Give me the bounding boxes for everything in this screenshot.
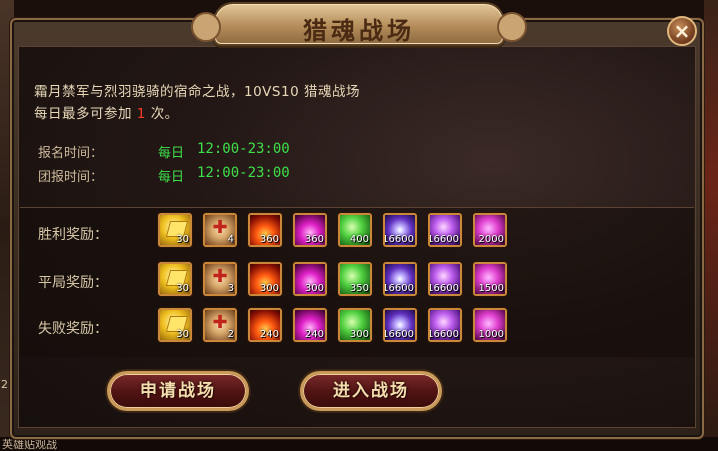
reward-count: 16600	[383, 283, 414, 294]
reward-slot[interactable]: 300	[293, 262, 327, 296]
reward-count: 240	[304, 329, 324, 340]
description-suffix: 次。	[150, 106, 179, 122]
reward-count: 30	[176, 283, 189, 294]
reward-count: 16600	[383, 234, 414, 245]
reward-slot[interactable]: 360	[293, 213, 327, 247]
reward-count: 350	[349, 283, 369, 294]
reward-slot[interactable]: 400	[338, 213, 372, 247]
daily-limit-count: 1	[136, 106, 146, 122]
reward-count: 300	[349, 329, 369, 340]
reward-count: 2	[227, 329, 234, 340]
reward-slot[interactable]: 2000	[473, 213, 507, 247]
reward-slot[interactable]: 16600	[383, 308, 417, 342]
reward-slot[interactable]: 360	[248, 213, 282, 247]
apply-battlefield-button[interactable]: 申请战场	[107, 371, 249, 411]
background-bottom-strip: 英雄贴观战	[0, 437, 718, 451]
reward-slot[interactable]: 30	[158, 262, 192, 296]
reward-count: 300	[259, 283, 279, 294]
reward-count: 3	[227, 283, 234, 294]
signup-time-value: 12:00-23:00	[197, 141, 290, 157]
reward-slot[interactable]: 30	[158, 213, 192, 247]
reward-slot[interactable]: 16600	[428, 308, 462, 342]
reward-slot[interactable]: 16600	[428, 213, 462, 247]
reward-slot[interactable]: 2	[203, 308, 237, 342]
reward-count: 400	[349, 234, 369, 245]
reward-slot[interactable]: 300	[338, 308, 372, 342]
reward-slot[interactable]: 16600	[383, 213, 417, 247]
reward-count: 16600	[428, 234, 459, 245]
reward-slot[interactable]: 4	[203, 213, 237, 247]
reward-slot[interactable]: 240	[293, 308, 327, 342]
reward-count: 1500	[478, 283, 504, 294]
reward-count: 360	[259, 234, 279, 245]
description-prefix: 每日最多可参加	[34, 106, 132, 122]
close-button[interactable]: ×	[667, 16, 697, 46]
reward-count: 16600	[428, 329, 459, 340]
draw-reward-label: 平局奖励：	[38, 275, 108, 291]
dialog-title: 猎魂战场	[303, 16, 415, 45]
apply-button-label: 申请战场	[140, 381, 216, 401]
reward-count: 4	[227, 234, 234, 245]
enter-battlefield-button[interactable]: 进入战场	[300, 371, 442, 411]
signup-day: 每日	[158, 146, 185, 161]
reward-slot[interactable]: 300	[248, 262, 282, 296]
enter-button-label: 进入战场	[333, 381, 409, 401]
signup-time-label: 报名时间：	[38, 146, 104, 161]
background-bottom-text: 英雄贴观战	[2, 438, 57, 451]
team-signup-time-label: 团报时间：	[38, 170, 104, 185]
reward-slot[interactable]: 30	[158, 308, 192, 342]
reward-slot[interactable]: 16600	[428, 262, 462, 296]
reward-count: 1000	[478, 329, 504, 340]
reward-slot[interactable]: 16600	[383, 262, 417, 296]
defeat-reward-label: 失败奖励：	[38, 321, 108, 337]
reward-count: 16600	[428, 283, 459, 294]
reward-count: 30	[176, 234, 189, 245]
title-plate: 猎魂战场	[191, 2, 527, 46]
reward-count: 16600	[383, 329, 414, 340]
reward-count: 240	[259, 329, 279, 340]
content-divider	[20, 207, 694, 208]
reward-count: 360	[304, 234, 324, 245]
close-icon: ×	[673, 19, 691, 43]
reward-slot[interactable]: 240	[248, 308, 282, 342]
reward-slot[interactable]: 350	[338, 262, 372, 296]
team-signup-day: 每日	[158, 170, 185, 185]
background-left-number: 2	[1, 378, 8, 391]
reward-count: 300	[304, 283, 324, 294]
reward-count: 2000	[478, 234, 504, 245]
reward-slot[interactable]: 1500	[473, 262, 507, 296]
description-line-1: 霜月禁军与烈羽骁骑的宿命之战，10VS10 猎魂战场	[34, 84, 360, 100]
reward-slot[interactable]: 1000	[473, 308, 507, 342]
reward-count: 30	[176, 329, 189, 340]
reward-slot[interactable]: 3	[203, 262, 237, 296]
victory-reward-label: 胜利奖励：	[38, 227, 108, 243]
background-right-edge	[704, 0, 718, 451]
team-signup-time-value: 12:00-23:00	[197, 165, 290, 181]
description-line-2: 每日最多可参加 1 次。	[34, 102, 179, 122]
